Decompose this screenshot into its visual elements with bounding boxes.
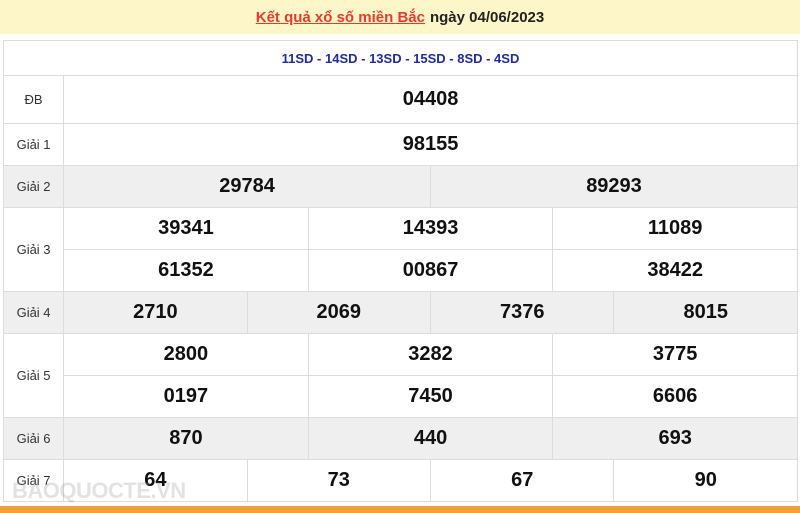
prize-number: 67 <box>430 459 615 502</box>
prize-row-g6: Giải 6 870 440 693 <box>2 417 798 460</box>
prize-number: 90 <box>613 459 798 502</box>
prize-number: 11089 <box>552 207 798 250</box>
prize-row-g3-b: 61352 00867 38422 <box>4 249 798 292</box>
prize-number: 89293 <box>430 165 798 208</box>
prize-number: 14393 <box>307 207 554 250</box>
prize-number: 7376 <box>430 291 615 334</box>
codes-row: 11SD - 14SD - 13SD - 15SD - 8SD - 4SD <box>3 40 798 76</box>
prize-number: 61352 <box>63 249 309 292</box>
bottom-accent-bar <box>0 506 800 513</box>
page-header: Kết quả xổ số miền Bắc ngày 04/06/2023 <box>0 0 800 34</box>
prize-row-g3: Giải 3 39341 14393 11089 <box>2 207 798 292</box>
prize-row-g5-b: 0197 7450 6606 <box>4 375 798 418</box>
draw-codes: 11SD - 14SD - 13SD - 15SD - 8SD - 4SD <box>3 40 798 76</box>
prize-number: 2710 <box>63 291 248 334</box>
prize-row-g5: Giải 5 2800 3282 3775 <box>2 333 798 418</box>
results-table: 11SD - 14SD - 13SD - 15SD - 8SD - 4SD ĐB… <box>2 40 798 502</box>
prize-label: Giải 6 <box>2 417 65 460</box>
prize-number: 6606 <box>552 375 798 418</box>
special-prize-number: 04408 <box>63 75 798 124</box>
prize-label: Giải 7 <box>2 459 65 502</box>
prize-row-g2: Giải 2 29784 89293 <box>2 165 798 208</box>
prize-row-g7: Giải 7 64 73 67 90 <box>2 459 798 502</box>
prize-number: 2069 <box>246 291 432 334</box>
prize-number: 440 <box>307 417 554 460</box>
prize-label: Giải 5 <box>2 333 65 418</box>
prize-row-g4: Giải 4 2710 2069 7376 8015 <box>2 291 798 334</box>
prize-number: 7450 <box>307 375 554 418</box>
prize-number: 8015 <box>613 291 798 334</box>
prize-number: 693 <box>552 417 798 460</box>
prize-row-g1: Giải 1 98155 <box>2 123 798 166</box>
prize-number: 98155 <box>63 123 798 166</box>
prize-number: 3282 <box>307 333 554 376</box>
prize-label: ĐB <box>2 75 65 124</box>
prize-number: 38422 <box>552 249 798 292</box>
prize-number: 39341 <box>63 207 309 250</box>
prize-label: Giải 3 <box>2 207 65 292</box>
results-date: ngày 04/06/2023 <box>429 8 545 26</box>
prize-number: 870 <box>63 417 309 460</box>
prize-number: 0197 <box>63 375 309 418</box>
prize-label: Giải 1 <box>2 123 65 166</box>
prize-number: 00867 <box>307 249 554 292</box>
prize-number: 29784 <box>63 165 432 208</box>
prize-number: 73 <box>246 459 432 502</box>
prize-label: Giải 2 <box>2 165 65 208</box>
results-title-link[interactable]: Kết quả xổ số miền Bắc <box>256 9 425 26</box>
prize-number: 2800 <box>63 333 309 376</box>
prize-number: 64 <box>63 459 248 502</box>
prize-row-db: ĐB 04408 <box>2 75 798 124</box>
prize-label: Giải 4 <box>2 291 65 334</box>
prize-number: 3775 <box>552 333 798 376</box>
